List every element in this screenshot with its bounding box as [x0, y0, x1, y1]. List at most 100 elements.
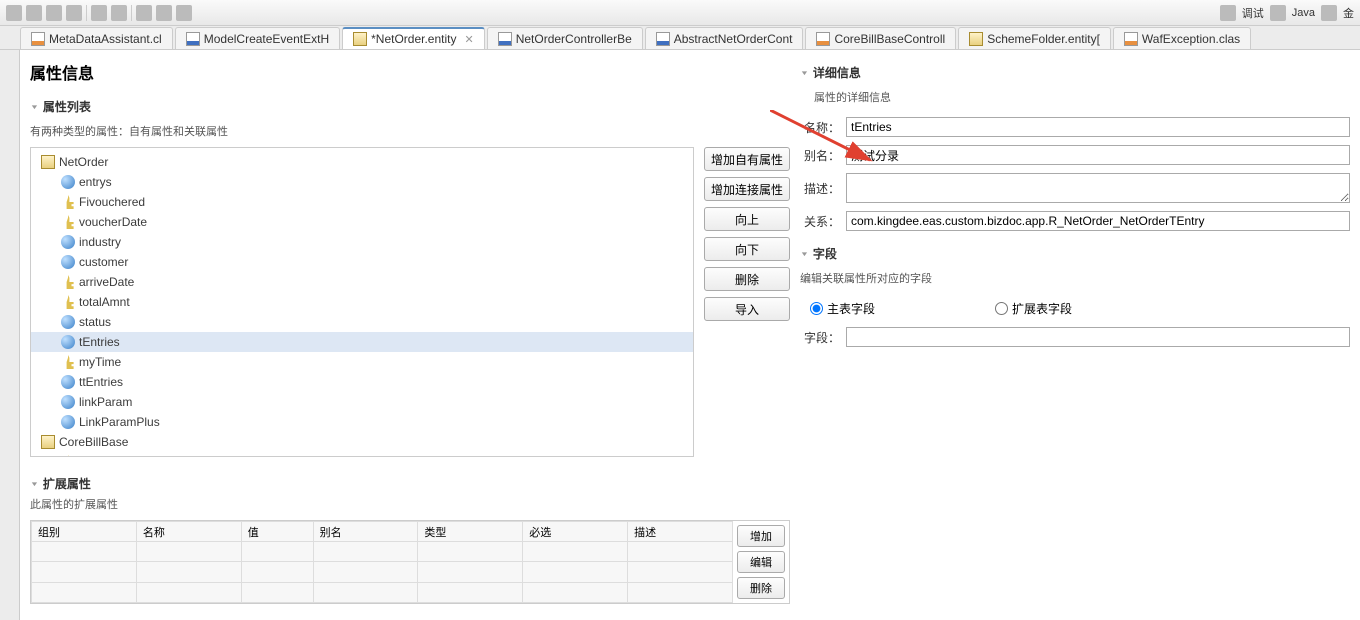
tree-node-label: number	[79, 455, 120, 456]
table-row[interactable]	[32, 562, 733, 582]
toolbar-icon[interactable]	[6, 5, 22, 21]
alias-label: 别名：	[800, 147, 840, 164]
tree-node[interactable]: tEntries	[31, 332, 693, 352]
close-icon[interactable]: ✕	[464, 33, 473, 46]
tab-modelcreateeventexth[interactable]: ModelCreateEventExtH	[175, 27, 340, 49]
name-input[interactable]	[846, 117, 1350, 137]
tab-netorderentity[interactable]: *NetOrder.entity✕	[342, 27, 485, 49]
doc-orange-icon	[31, 32, 45, 46]
desc-input[interactable]	[846, 173, 1350, 203]
tab-netordercontrollerbe[interactable]: NetOrderControllerBe	[487, 27, 643, 49]
toolbar-icon[interactable]	[26, 5, 42, 21]
relation-input[interactable]	[846, 211, 1350, 231]
tab-abstractnetordercont[interactable]: AbstractNetOrderCont	[645, 27, 804, 49]
table-row[interactable]	[32, 542, 733, 562]
detail-header[interactable]: 详细信息	[800, 64, 1350, 81]
right-column: 详细信息 属性的详细信息 名称： 别名： 描述： 关系： 字段 编辑关联属性所对…	[790, 60, 1350, 610]
column-header[interactable]: 别名	[313, 522, 418, 542]
doc-orange-icon	[1124, 32, 1138, 46]
move-up-button[interactable]: 向上	[704, 207, 790, 231]
tab-metadataassistantcl[interactable]: MetaDataAssistant.cl	[20, 27, 173, 49]
editor-tabs: MetaDataAssistant.clModelCreateEventExtH…	[0, 26, 1360, 50]
tree-node-label: entrys	[79, 175, 112, 189]
column-header[interactable]: 必选	[523, 522, 628, 542]
ext-header[interactable]: 扩展属性	[30, 475, 790, 492]
main-field-radio[interactable]: 主表字段	[810, 300, 875, 317]
tree-root[interactable]: CoreBillBase	[31, 432, 693, 452]
tree-node[interactable]: industry	[31, 232, 693, 252]
import-button[interactable]: 导入	[704, 297, 790, 321]
tree-node-label: linkParam	[79, 395, 132, 409]
tree-node-label: industry	[79, 235, 121, 249]
column-header[interactable]: 名称	[136, 522, 241, 542]
perspective-debug[interactable]: 调试	[1242, 5, 1264, 21]
column-header[interactable]: 组别	[32, 522, 137, 542]
toolbar-icon[interactable]	[111, 5, 127, 21]
field-input[interactable]	[846, 327, 1350, 347]
table-row[interactable]	[32, 582, 733, 602]
perspective-open-icon[interactable]	[1220, 5, 1236, 21]
toolbar-icon[interactable]	[66, 5, 82, 21]
toolbar-icon[interactable]	[156, 5, 172, 21]
main: 属性信息 属性列表 有两种类型的属性：自有属性和关联属性 NetOrderent…	[20, 50, 1360, 620]
tree-node[interactable]: ttEntries	[31, 372, 693, 392]
ext-add-button[interactable]: 增加	[737, 525, 785, 547]
tree-node[interactable]: totalAmnt	[31, 292, 693, 312]
toolbar-icon[interactable]	[136, 5, 152, 21]
delete-button[interactable]: 删除	[704, 267, 790, 291]
tab-corebillbasecontroll[interactable]: CoreBillBaseControll	[805, 27, 956, 49]
tab-schemefolderentity[interactable]: SchemeFolder.entity[	[958, 27, 1111, 49]
attr-list-header[interactable]: 属性列表	[30, 98, 790, 115]
doc-blue-icon	[186, 32, 200, 46]
java-icon[interactable]	[1270, 5, 1286, 21]
tree-node[interactable]: status	[31, 312, 693, 332]
move-down-button[interactable]: 向下	[704, 237, 790, 261]
ext-field-radio-input[interactable]	[995, 302, 1008, 315]
toolbar-icon[interactable]	[46, 5, 62, 21]
ext-delete-button[interactable]: 删除	[737, 577, 785, 599]
tree-root[interactable]: NetOrder	[31, 152, 693, 172]
app-toolbar: 调试 Java 金	[0, 0, 1360, 26]
tree-node[interactable]: Fivouchered	[31, 192, 693, 212]
circle-blue-icon	[61, 255, 75, 269]
tree-node[interactable]: arriveDate	[31, 272, 693, 292]
column-header[interactable]: 类型	[418, 522, 523, 542]
ext-edit-button[interactable]: 编辑	[737, 551, 785, 573]
column-header[interactable]: 描述	[628, 522, 733, 542]
ext-field-radio-label: 扩展表字段	[1012, 300, 1072, 317]
field-section-header[interactable]: 字段	[800, 245, 1350, 262]
doc-blue-icon	[656, 32, 670, 46]
toolbar-icon[interactable]	[91, 5, 107, 21]
attr-button-column: 增加自有属性 增加连接属性 向上 向下 删除 导入	[704, 147, 790, 457]
tab-wafexceptionclas[interactable]: WafException.clas	[1113, 27, 1251, 49]
separator	[131, 5, 132, 21]
tree-node-label: customer	[79, 255, 128, 269]
tree-node[interactable]: entrys	[31, 172, 693, 192]
tree-node[interactable]: linkParam	[31, 392, 693, 412]
column-header[interactable]: 值	[241, 522, 313, 542]
house-icon[interactable]	[1321, 5, 1337, 21]
ext-buttons: 增加 编辑 删除	[733, 521, 789, 603]
ext-field-radio[interactable]: 扩展表字段	[995, 300, 1072, 317]
tree-node-label: CoreBillBase	[59, 435, 128, 449]
toolbar-icon[interactable]	[176, 5, 192, 21]
add-link-attr-button[interactable]: 增加连接属性	[704, 177, 790, 201]
perspective-java[interactable]: Java	[1292, 7, 1315, 19]
desc-label: 描述：	[800, 180, 840, 197]
alias-input[interactable]	[846, 145, 1350, 165]
tree-node[interactable]: myTime	[31, 352, 693, 372]
main-field-radio-input[interactable]	[810, 302, 823, 315]
tree-scroll[interactable]: NetOrder entrys FivoucheredvoucherDate indu…	[31, 148, 693, 456]
tree-node[interactable]: number	[31, 452, 693, 456]
entity-icon	[969, 32, 983, 46]
tree-node[interactable]: voucherDate	[31, 212, 693, 232]
perspective-z[interactable]: 金	[1343, 5, 1354, 21]
tree-node-label: totalAmnt	[79, 295, 130, 309]
add-own-attr-button[interactable]: 增加自有属性	[704, 147, 790, 171]
left-gutter	[0, 50, 20, 620]
circle-blue-icon	[61, 335, 75, 349]
doc-blue-icon	[498, 32, 512, 46]
detail-hint: 属性的详细信息	[814, 89, 1350, 105]
tree-node[interactable]: customer	[31, 252, 693, 272]
tree-node[interactable]: LinkParamPlus	[31, 412, 693, 432]
